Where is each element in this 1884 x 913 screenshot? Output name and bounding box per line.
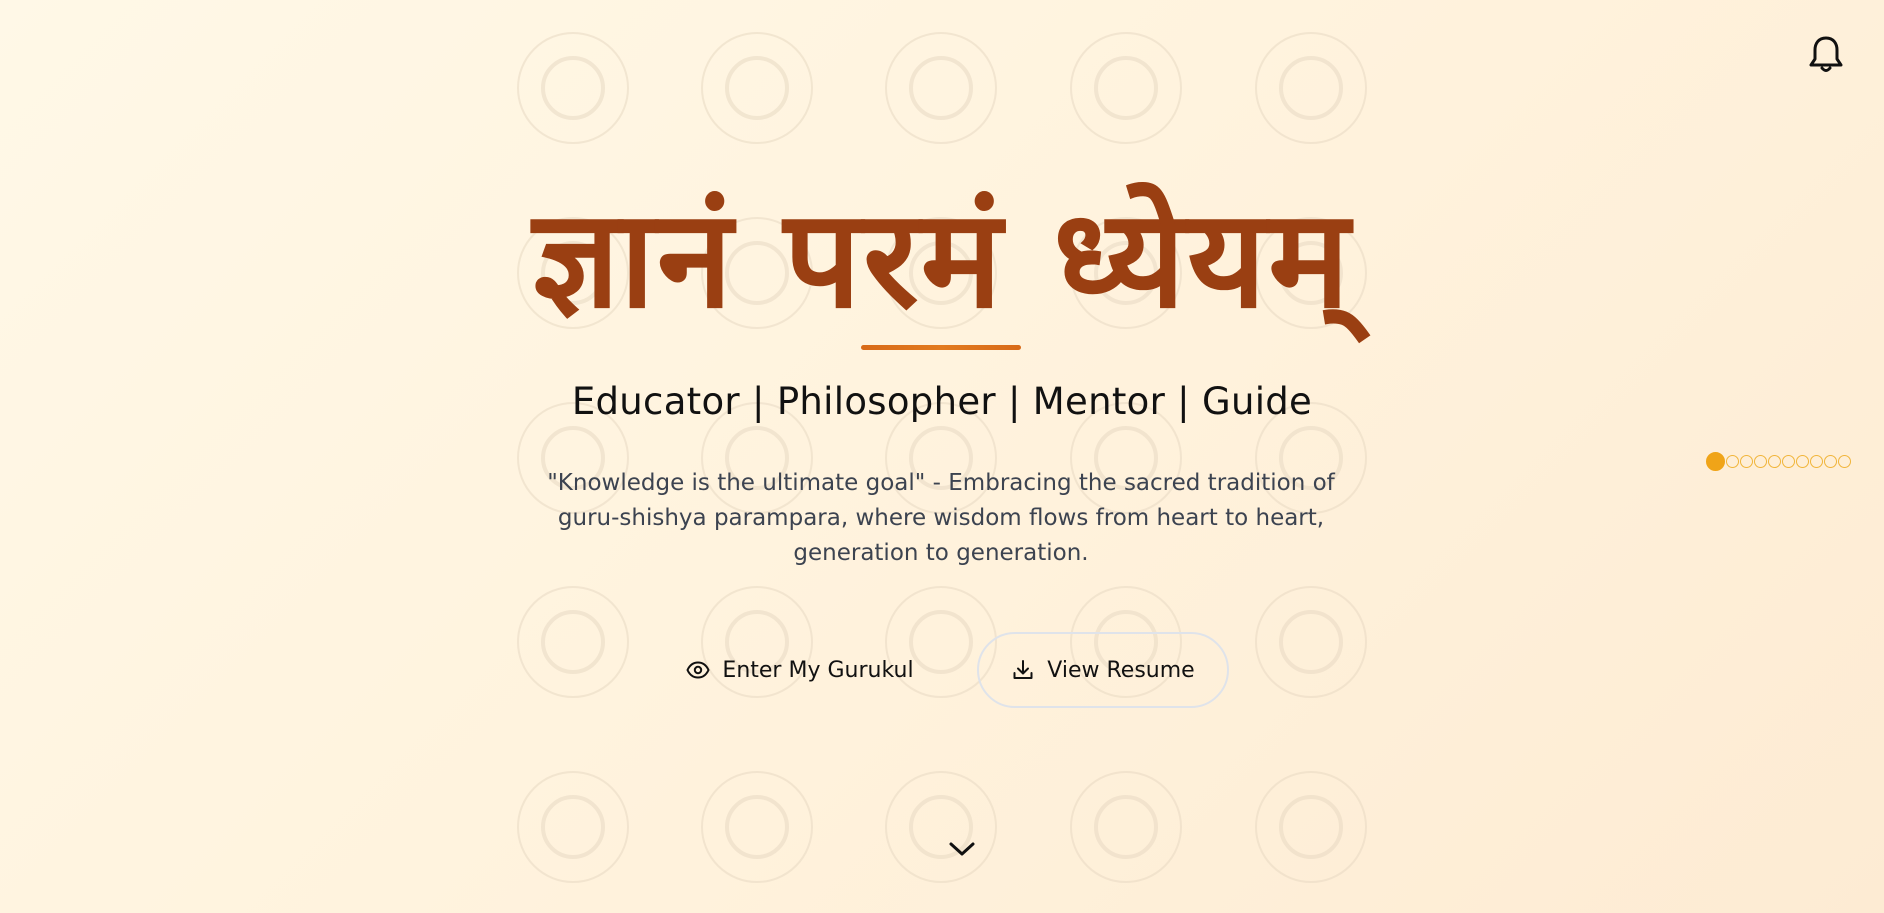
enter-gurukul-label: Enter My Gurukul	[722, 657, 914, 683]
view-resume-label: View Resume	[1047, 657, 1195, 683]
hero-title: ज्ञानं परमं ध्येयम्	[532, 181, 1352, 339]
download-icon	[1013, 660, 1033, 679]
eye-icon	[686, 661, 710, 679]
section-dot-10[interactable]	[1838, 455, 1851, 468]
enter-gurukul-button[interactable]: Enter My Gurukul	[680, 632, 920, 708]
title-underline	[861, 345, 1021, 350]
section-dots-nav	[1706, 452, 1851, 471]
hero-subtitle: Educator | Philosopher | Mentor | Guide	[571, 380, 1313, 423]
section-dot-2[interactable]	[1726, 455, 1739, 468]
section-dot-6[interactable]	[1782, 455, 1795, 468]
section-dot-9[interactable]	[1824, 455, 1837, 468]
section-dot-1[interactable]	[1706, 452, 1725, 471]
hero-quote: "Knowledge is the ultimate goal" - Embra…	[547, 470, 1335, 566]
section-dot-5[interactable]	[1768, 455, 1781, 468]
section-dot-7[interactable]	[1796, 455, 1809, 468]
view-resume-button[interactable]: View Resume	[977, 632, 1229, 708]
hero-section: ज्ञानं परमं ध्येयम् Educator | Philosoph…	[0, 0, 1884, 913]
section-dot-4[interactable]	[1754, 455, 1767, 468]
chevron-down-icon[interactable]	[946, 836, 978, 862]
section-dot-3[interactable]	[1740, 455, 1753, 468]
section-dot-8[interactable]	[1810, 455, 1823, 468]
